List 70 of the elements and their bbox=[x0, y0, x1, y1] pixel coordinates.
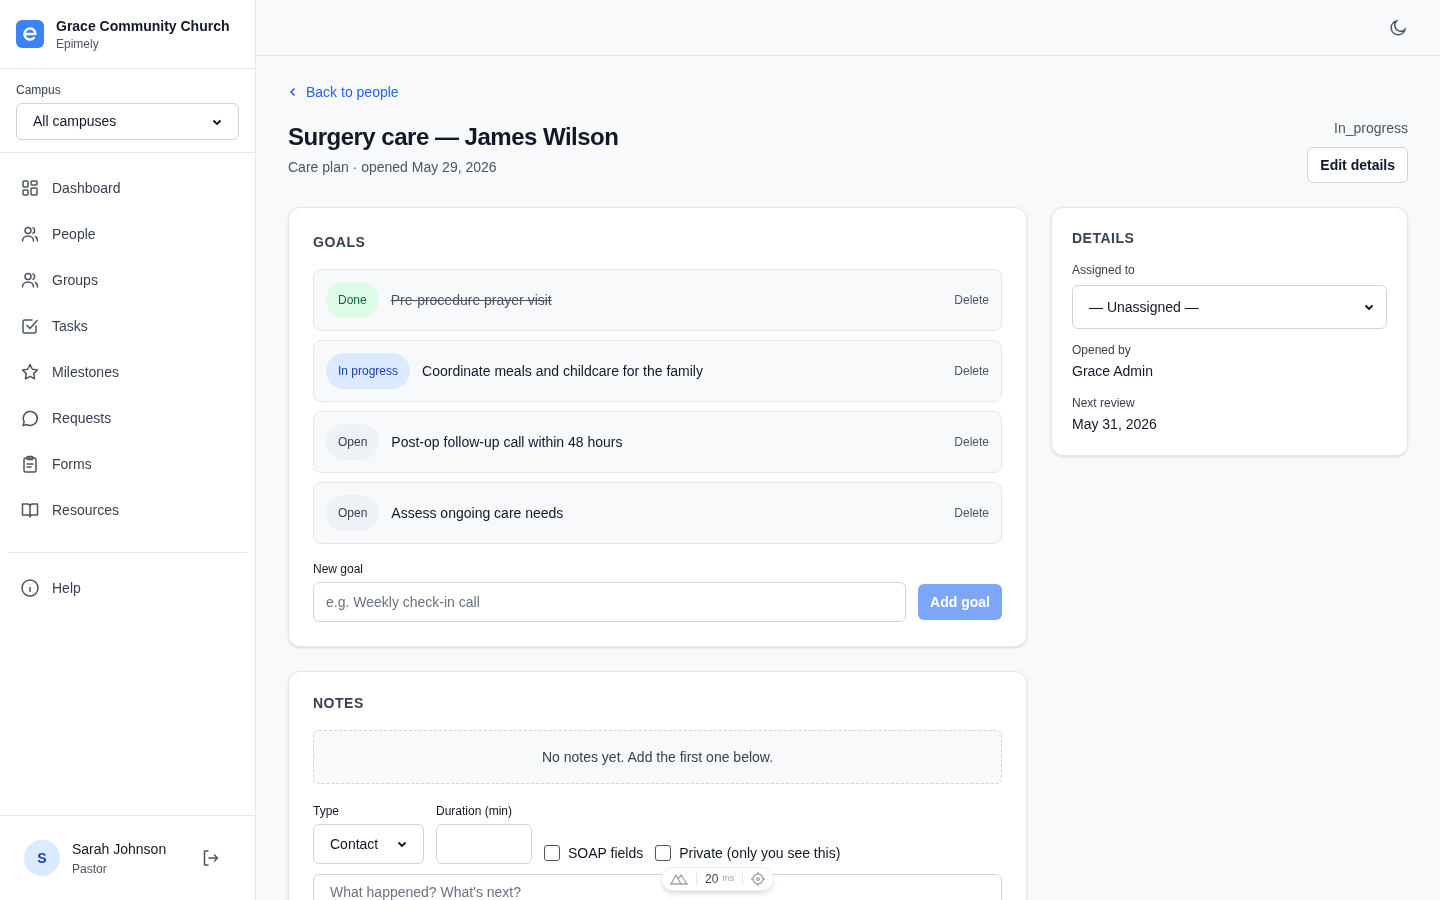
status-text: In_progress bbox=[1334, 119, 1408, 138]
back-link[interactable]: Back to people bbox=[288, 81, 399, 103]
grid-icon bbox=[20, 178, 40, 198]
campus-label: Campus bbox=[16, 82, 62, 99]
book-icon bbox=[20, 500, 40, 520]
assigned-to-label: Assigned to bbox=[1072, 262, 1136, 279]
render-time: 20 bbox=[705, 871, 719, 888]
new-goal-label: New goal bbox=[313, 561, 365, 578]
chevron-left-icon bbox=[288, 87, 298, 97]
duration-label: Duration (min) bbox=[436, 803, 514, 820]
users-icon bbox=[20, 224, 40, 244]
goal-text: Pre-procedure prayer visit bbox=[390, 290, 553, 310]
app-logo-icon bbox=[16, 20, 44, 48]
nav-item[interactable]: Requests bbox=[8, 395, 247, 441]
duration-input[interactable] bbox=[436, 824, 532, 864]
dark-mode-toggle[interactable] bbox=[1388, 17, 1408, 38]
status-badge: In progress bbox=[326, 353, 411, 389]
page-title: Surgery care — James Wilson bbox=[288, 122, 619, 152]
section-heading: NOTES bbox=[313, 694, 365, 713]
chat-bubble-icon bbox=[20, 408, 40, 428]
nav-item[interactable]: Forms bbox=[8, 441, 247, 487]
checkbox-label: Private (only you see this) bbox=[679, 843, 841, 863]
delete-button[interactable]: Delete bbox=[954, 504, 989, 522]
section-heading: GOALS bbox=[313, 233, 367, 252]
opened-by-value: Grace Admin bbox=[1072, 362, 1154, 381]
new-goal-input[interactable]: e.g. Weekly check-in call bbox=[313, 582, 907, 622]
delete-button[interactable]: Delete bbox=[954, 433, 989, 451]
goal-text: Assess ongoing care needs bbox=[391, 503, 565, 523]
assignee-select[interactable]: — Unassigned — bbox=[1072, 285, 1387, 329]
empty-notes-message: No notes yet. Add the first one below. bbox=[313, 730, 1002, 784]
organization-name: Grace Community Church bbox=[56, 17, 230, 36]
help-link[interactable]: Help bbox=[8, 565, 247, 611]
nav-item[interactable]: Resources bbox=[8, 487, 247, 533]
campus-select[interactable]: All campuses bbox=[16, 103, 239, 140]
chevron-down-icon bbox=[1364, 302, 1374, 312]
edit-details-button[interactable]: Edit details bbox=[1307, 147, 1408, 183]
nav-item[interactable]: Milestones bbox=[8, 349, 247, 395]
opened-by-label: Opened by bbox=[1072, 342, 1132, 359]
status-badge: Open bbox=[326, 495, 380, 531]
goal-text: Coordinate meals and childcare for the family bbox=[422, 361, 704, 381]
section-heading: DETAILS bbox=[1072, 229, 1136, 248]
info-icon bbox=[20, 578, 40, 598]
nav-item[interactable]: People bbox=[8, 211, 247, 257]
user-name: Sarah Johnson bbox=[72, 839, 168, 859]
user-role: Pastor bbox=[72, 860, 108, 878]
nav-item[interactable]: Tasks bbox=[8, 303, 247, 349]
type-label: Type bbox=[313, 803, 340, 820]
status-badge: Open bbox=[326, 424, 380, 460]
moon-icon bbox=[1388, 17, 1408, 38]
chevron-down-icon bbox=[397, 839, 407, 849]
type-select[interactable]: Contact bbox=[313, 824, 424, 864]
checkbox-label: SOAP fields bbox=[568, 843, 644, 863]
users-icon bbox=[20, 270, 40, 290]
delete-button[interactable]: Delete bbox=[954, 291, 989, 309]
product-name: Epimely bbox=[56, 36, 100, 52]
delete-button[interactable]: Delete bbox=[954, 362, 989, 380]
page-subtitle: Care plan · opened May 29, 2026 bbox=[288, 158, 498, 177]
checkbox[interactable] bbox=[655, 845, 672, 861]
next-review-value: May 31, 2026 bbox=[1072, 415, 1158, 434]
star-icon bbox=[20, 362, 40, 382]
checkbox-icon bbox=[20, 316, 40, 336]
status-badge: Done bbox=[326, 282, 379, 318]
nav-item[interactable]: Dashboard bbox=[8, 165, 247, 211]
clipboard-icon bbox=[20, 454, 40, 474]
checkbox[interactable] bbox=[544, 845, 560, 861]
nav-item[interactable]: Groups bbox=[8, 257, 247, 303]
next-review-label: Next review bbox=[1072, 395, 1136, 412]
goal-text: Post-op follow-up call within 48 hours bbox=[391, 432, 624, 452]
user-avatar: S bbox=[24, 840, 60, 876]
render-time-unit: ms bbox=[722, 872, 735, 886]
